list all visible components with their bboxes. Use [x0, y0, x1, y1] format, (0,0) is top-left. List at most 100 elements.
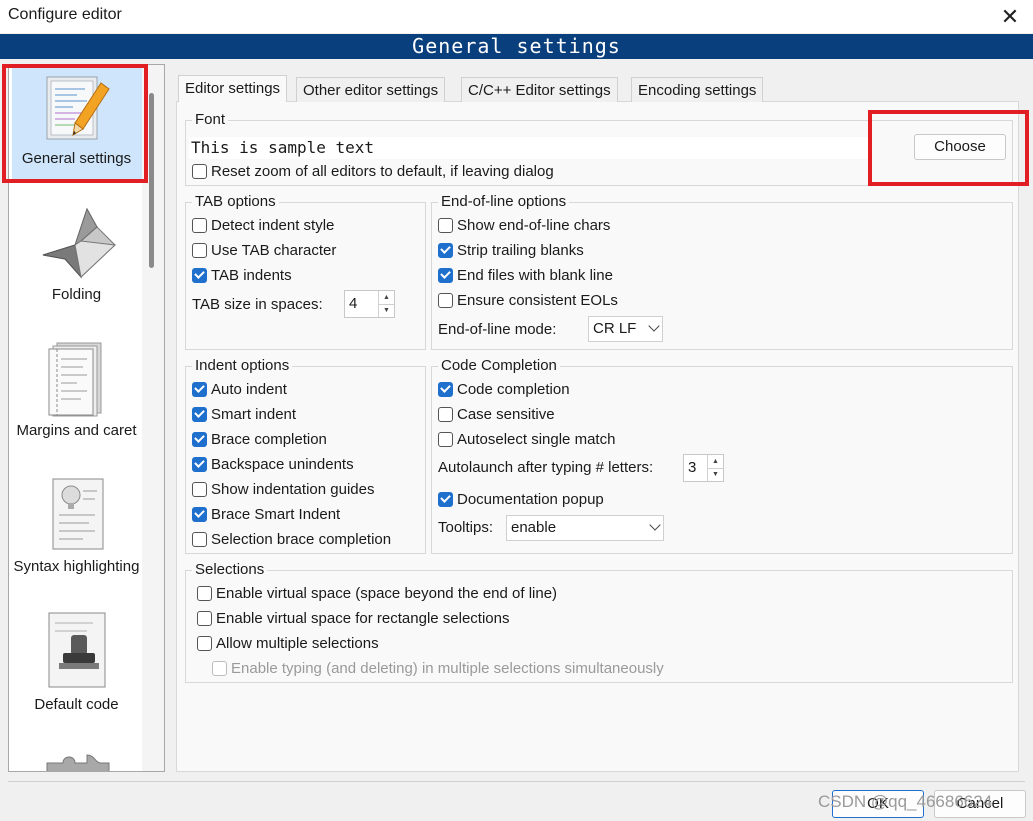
- documentation-popup-checkbox[interactable]: Documentation popup: [438, 489, 604, 509]
- ensure-consistent-eols-checkbox[interactable]: Ensure consistent EOLs: [438, 290, 618, 310]
- end-files-blank-line-checkbox[interactable]: End files with blank line: [438, 265, 613, 285]
- eol-options-title: End-of-line options: [438, 192, 570, 212]
- spin-down-icon[interactable]: ▼: [708, 469, 723, 482]
- close-icon: ✕: [1000, 3, 1020, 29]
- checkbox-box: [192, 506, 207, 522]
- sidebar-item-default-code[interactable]: Default code: [9, 611, 144, 715]
- tab-editor-settings[interactable]: Editor settings: [178, 75, 288, 102]
- sidebar-item-margins-and-caret[interactable]: Margins and caret: [9, 341, 144, 441]
- allow-multiple-selections-checkbox[interactable]: Allow multiple selections: [197, 633, 379, 653]
- document-margins-icon: [48, 342, 101, 417]
- checkbox-label: Documentation popup: [457, 490, 604, 508]
- eol-mode-value: CR LF: [593, 320, 637, 337]
- virtual-space-checkbox[interactable]: Enable virtual space (space beyond the e…: [197, 583, 557, 603]
- checkbox-box: [438, 406, 453, 422]
- checkbox-label: End files with blank line: [457, 266, 613, 284]
- tab-options-title: TAB options: [192, 192, 279, 212]
- checkbox-box: [197, 610, 212, 626]
- checkbox-label: Brace Smart Indent: [211, 505, 341, 523]
- tab-other-editor-settings[interactable]: Other editor settings: [296, 77, 446, 102]
- selection-brace-completion-checkbox[interactable]: Selection brace completion: [192, 529, 391, 549]
- tooltips-select[interactable]: enable: [506, 515, 664, 541]
- checkbox-label: Code completion: [457, 380, 570, 398]
- sidebar-item-label: Default code: [34, 696, 119, 713]
- checkbox-label: Backspace unindents: [211, 455, 354, 473]
- checkbox-label: Reset zoom of all editors to default, if…: [211, 162, 554, 180]
- checkbox-label: Show indentation guides: [211, 480, 375, 498]
- tab-indents-checkbox[interactable]: TAB indents: [192, 265, 292, 285]
- title-bar: Configure editor ✕: [0, 0, 1033, 33]
- use-tab-character-checkbox[interactable]: Use TAB character: [192, 240, 336, 260]
- autoselect-single-match-checkbox[interactable]: Autoselect single match: [438, 429, 615, 449]
- sidebar-item-label: Syntax highlighting: [13, 558, 140, 575]
- tab-encoding-settings[interactable]: Encoding settings: [631, 77, 764, 102]
- checkbox-box: [192, 531, 207, 547]
- checkbox-label: Use TAB character: [211, 241, 337, 259]
- strip-trailing-blanks-checkbox[interactable]: Strip trailing blanks: [438, 240, 584, 260]
- checkbox-box: [192, 267, 207, 283]
- checkbox-box: [192, 456, 207, 472]
- checkbox-label: Allow multiple selections: [216, 634, 379, 652]
- checkbox-label: Autoselect single match: [457, 430, 616, 448]
- checkbox-label: Auto indent: [211, 380, 287, 398]
- checkbox-box: [197, 585, 212, 601]
- document-lightbulb-icon: [52, 478, 103, 550]
- show-indentation-guides-checkbox[interactable]: Show indentation guides: [192, 479, 374, 499]
- sidebar-item-label: Margins and caret: [16, 422, 137, 439]
- checkbox-label: Smart indent: [211, 405, 297, 423]
- tab-cpp-editor-settings[interactable]: C/C++ Editor settings: [461, 77, 618, 102]
- checkbox-label: Enable virtual space for rectangle selec…: [216, 609, 510, 627]
- checkbox-box: [438, 292, 453, 308]
- font-sample-text: This is sample text: [189, 137, 869, 159]
- checkbox-label: Detect indent style: [211, 216, 335, 234]
- tab-size-value[interactable]: 4: [345, 291, 378, 317]
- checkbox-box: [192, 406, 207, 422]
- checkbox-box: [438, 242, 453, 258]
- checkbox-label: Selection brace completion: [211, 530, 392, 548]
- show-eol-chars-checkbox[interactable]: Show end-of-line chars: [438, 215, 610, 235]
- sidebar-scroll-thumb[interactable]: [149, 93, 154, 268]
- detect-indent-style-checkbox[interactable]: Detect indent style: [192, 215, 334, 235]
- reset-zoom-checkbox[interactable]: Reset zoom of all editors to default, if…: [192, 161, 554, 181]
- spin-down-icon[interactable]: ▼: [379, 305, 394, 318]
- checkbox-box: [438, 267, 453, 283]
- close-button[interactable]: ✕: [987, 0, 1033, 33]
- code-completion-title: Code Completion: [438, 356, 560, 376]
- case-sensitive-checkbox[interactable]: Case sensitive: [438, 404, 555, 424]
- sidebar-item-syntax-highlighting[interactable]: Syntax highlighting: [9, 475, 144, 577]
- brace-smart-indent-checkbox[interactable]: Brace Smart Indent: [192, 504, 340, 524]
- checkbox-label: Case sensitive: [457, 405, 555, 423]
- checkbox-box: [192, 217, 207, 233]
- footer-divider: [8, 781, 1025, 782]
- tooltips-label: Tooltips:: [438, 519, 494, 536]
- checkbox-box: [438, 381, 453, 397]
- watermark-text: CSDN @qq_46686624: [818, 792, 993, 811]
- typing-multiple-selections-checkbox: Enable typing (and deleting) in multiple…: [212, 658, 664, 678]
- tab-size-spinner[interactable]: 4 ▲ ▼: [344, 290, 395, 318]
- sidebar-item-label: Folding: [51, 286, 102, 303]
- tooltips-value: enable: [511, 519, 557, 536]
- checkbox-box: [438, 217, 453, 233]
- checkbox-label: Show end-of-line chars: [457, 216, 611, 234]
- smart-indent-checkbox[interactable]: Smart indent: [192, 404, 296, 424]
- checkbox-box: [192, 163, 207, 179]
- selections-title: Selections: [192, 560, 268, 580]
- auto-indent-checkbox[interactable]: Auto indent: [192, 379, 287, 399]
- checkbox-box: [192, 381, 207, 397]
- eol-mode-select[interactable]: CR LF: [588, 316, 663, 342]
- sidebar-item-folding[interactable]: Folding: [9, 205, 144, 305]
- code-completion-checkbox[interactable]: Code completion: [438, 379, 570, 399]
- checkbox-label: Ensure consistent EOLs: [457, 291, 618, 309]
- window-title: Configure editor: [8, 6, 122, 23]
- checkbox-label: Enable virtual space (space beyond the e…: [216, 584, 558, 602]
- backspace-unindents-checkbox[interactable]: Backspace unindents: [192, 454, 354, 474]
- origami-bird-icon: [42, 207, 116, 279]
- brace-completion-checkbox[interactable]: Brace completion: [192, 429, 327, 449]
- spin-up-icon[interactable]: ▲: [379, 291, 394, 305]
- spin-up-icon[interactable]: ▲: [708, 455, 723, 469]
- virtual-space-rectangle-checkbox[interactable]: Enable virtual space for rectangle selec…: [197, 608, 510, 628]
- tab-size-label: TAB size in spaces:: [192, 296, 323, 313]
- rubber-stamp-icon: [48, 612, 105, 688]
- autolaunch-value[interactable]: 3: [684, 455, 707, 481]
- autolaunch-spinner[interactable]: 3 ▲ ▼: [683, 454, 724, 482]
